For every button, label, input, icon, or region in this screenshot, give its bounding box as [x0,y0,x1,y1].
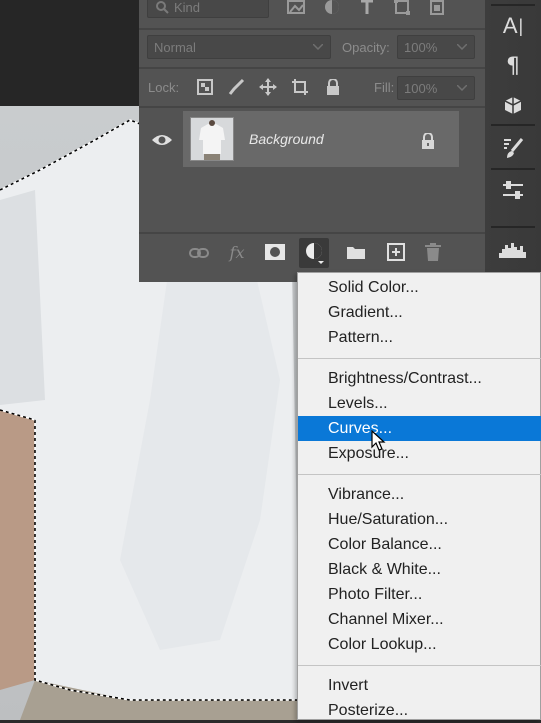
menu-item-solid-color[interactable]: Solid Color... [298,275,541,300]
mask-icon[interactable] [263,243,287,261]
lock-position-icon[interactable] [259,78,277,96]
lock-artboard-icon[interactable] [291,78,309,96]
lock-label: Lock: [148,80,180,95]
layers-panel: Kind Normal Opacity: 100% Lock: Fill: 10… [139,0,486,282]
panel-separator [139,67,485,69]
toolbar-separator [491,226,535,228]
layer-name[interactable]: Background [249,131,324,147]
filter-pixel-icon[interactable] [286,0,306,16]
filter-smart-object-icon[interactable] [427,0,447,16]
chevron-down-icon [312,41,324,53]
character-icon[interactable]: A | [499,12,527,40]
lock-all-icon[interactable] [324,78,342,96]
search-icon [154,0,170,15]
layer-lock-icon [420,132,436,150]
menu-item-pattern[interactable]: Pattern... [298,325,541,350]
menu-separator [298,665,541,666]
lock-transparent-pixels-icon[interactable] [196,78,214,96]
fill-label: Fill: [374,80,395,95]
3d-icon[interactable] [499,92,527,120]
blend-mode-select[interactable]: Normal [147,35,331,59]
adjustments-icon[interactable] [499,176,527,204]
filter-shape-icon[interactable] [392,0,412,16]
menu-separator [298,474,541,475]
layer-thumbnail-image [191,118,233,160]
filter-adjustment-icon[interactable] [322,0,342,16]
menu-item-vibrance[interactable]: Vibrance... [298,482,541,507]
eye-icon[interactable] [149,130,175,150]
lock-image-pixels-icon[interactable] [227,78,245,96]
menu-item-gradient[interactable]: Gradient... [298,300,541,325]
chevron-down-icon [456,82,468,94]
menu-item-channel-mixer[interactable]: Channel Mixer... [298,607,541,632]
menu-item-color-lookup[interactable]: Color Lookup... [298,632,541,657]
menu-item-posterize[interactable]: Posterize... [298,698,541,723]
menu-item-black-white[interactable]: Black & White... [298,557,541,582]
filter-type-icon[interactable] [357,0,377,16]
fill-input[interactable]: 100% [397,76,475,100]
right-toolbar: A | ¶ [485,0,541,282]
opacity-label: Opacity: [342,40,390,55]
panel-separator [139,232,485,234]
paragraph-icon[interactable]: ¶ [499,52,527,80]
filter-kind-label: Kind [174,0,201,15]
brush-settings-icon[interactable] [499,134,527,162]
panel-separator [139,106,485,108]
folder-icon[interactable] [344,243,368,261]
opacity-input[interactable]: 100% [397,35,475,59]
menu-item-photo-filter[interactable]: Photo Filter... [298,582,541,607]
adjustment-icon[interactable] [299,238,329,268]
menu-item-invert[interactable]: Invert [298,673,541,698]
toolbar-separator [491,168,535,170]
link-icon[interactable] [187,244,211,262]
menu-item-hue-saturation[interactable]: Hue/Saturation... [298,507,541,532]
histogram-icon[interactable] [497,236,529,262]
panel-separator [139,28,485,30]
trash-icon[interactable] [421,242,445,262]
opacity-value: 100% [404,39,438,55]
toolbar-separator [491,4,535,6]
menu-item-color-balance[interactable]: Color Balance... [298,532,541,557]
filter-kind-select[interactable]: Kind [147,0,269,18]
blend-mode-value: Normal [154,39,196,55]
fx-icon[interactable]: fx [225,242,249,262]
layer-thumbnail[interactable] [190,117,234,161]
adjustment-layer-menu: Solid Color... Gradient... Pattern... Brigh… [297,272,541,720]
menu-item-curves[interactable]: Curves... [298,416,541,441]
menu-item-levels[interactable]: Levels... [298,391,541,416]
menu-item-brightness-contrast[interactable]: Brightness/Contrast... [298,366,541,391]
toolbar-separator [491,124,535,126]
fill-value: 100% [404,80,438,96]
chevron-down-icon [456,41,468,53]
menu-item-exposure[interactable]: Exposure... [298,441,541,466]
menu-separator [298,358,541,359]
mouse-cursor-icon [371,430,386,451]
new-layer-icon[interactable] [384,243,408,261]
